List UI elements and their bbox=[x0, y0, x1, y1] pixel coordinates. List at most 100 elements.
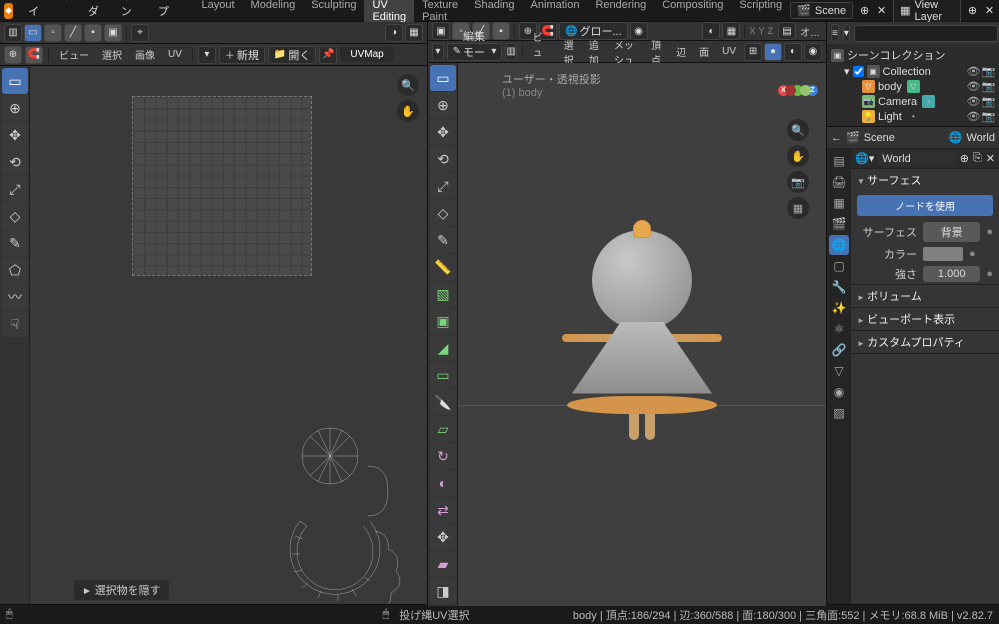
vtool-move-icon[interactable]: ✥ bbox=[430, 119, 456, 145]
collection-visibility-icon[interactable]: 👁 bbox=[967, 65, 980, 78]
surface-value[interactable]: 背景 bbox=[923, 222, 980, 242]
image-pin-icon[interactable]: 📌 bbox=[319, 46, 337, 64]
tool-select-box-icon[interactable]: ▭ bbox=[2, 68, 28, 94]
tree-item-body[interactable]: ▽ body ▽ 👁📷 bbox=[831, 79, 995, 94]
ptab-physics-icon[interactable]: ⚛ bbox=[829, 319, 849, 339]
vp-menu-mesh[interactable]: メッシュ bbox=[609, 37, 643, 67]
vtool-annotate-icon[interactable]: ✎ bbox=[430, 227, 456, 253]
collection-render-icon[interactable]: 📷 bbox=[982, 65, 995, 78]
props-breadcrumb-world[interactable]: World bbox=[966, 132, 995, 144]
tool-cursor-icon[interactable]: ⊕ bbox=[2, 95, 28, 121]
collection-enable-checkbox[interactable] bbox=[853, 66, 864, 77]
tool-pentagon-icon[interactable]: ⬠ bbox=[2, 257, 28, 283]
uv-overlay-toggle-icon[interactable]: ▦ bbox=[405, 24, 423, 42]
editor-type-3d-icon[interactable]: ▣ bbox=[432, 22, 450, 40]
light-visibility-icon[interactable]: 👁 bbox=[967, 110, 980, 123]
mode-selector[interactable]: ✎ 編集モード ▾ bbox=[447, 43, 503, 61]
uv-select-mode-face-icon[interactable]: ▪ bbox=[84, 24, 102, 42]
tool-annotate-icon[interactable]: ✎ bbox=[2, 230, 28, 256]
uv-select-mode-vertex-icon[interactable]: ▫ bbox=[44, 24, 62, 42]
blender-logo-icon[interactable]: ◆ bbox=[4, 3, 13, 19]
camera-data-icon[interactable]: ▫ bbox=[922, 95, 935, 108]
image-new-button[interactable]: ＋ 新規 bbox=[219, 46, 265, 64]
ptab-render-icon[interactable]: ▤ bbox=[829, 151, 849, 171]
vp-menu-select[interactable]: 選択 bbox=[559, 37, 581, 67]
shading-wireframe-icon[interactable]: ⊞ bbox=[744, 43, 762, 61]
nav-pan-icon[interactable]: ✋ bbox=[787, 145, 809, 167]
strength-node-dot-icon[interactable]: ● bbox=[986, 268, 993, 280]
body-render-icon[interactable]: 📷 bbox=[982, 80, 995, 93]
vtool-shrink-icon[interactable]: ✥ bbox=[430, 524, 456, 550]
vp-gizmo-toggle-icon[interactable]: ◐ bbox=[702, 22, 720, 40]
panel-volume-header[interactable]: ボリューム bbox=[851, 285, 999, 307]
world-unlink-icon[interactable]: ✕ bbox=[986, 152, 995, 165]
image-browse-icon[interactable]: ▾ bbox=[198, 46, 216, 64]
vtool-select-box-icon[interactable]: ▭ bbox=[430, 65, 456, 91]
tool-pinch-icon[interactable]: 〰 bbox=[2, 284, 28, 310]
shading-matprev-icon[interactable]: ◐ bbox=[784, 43, 802, 61]
viewport-canvas[interactable]: ユーザー・透視投影 (1) body X Z bbox=[458, 63, 826, 606]
uv-zoom-icon[interactable]: 🔍 bbox=[397, 74, 419, 96]
vtool-knife-icon[interactable]: 🔪 bbox=[430, 389, 456, 415]
ptab-object-icon[interactable]: ▢ bbox=[829, 256, 849, 276]
vtool-smooth-icon[interactable]: ◐ bbox=[430, 470, 456, 496]
camera-render-icon[interactable]: 📷 bbox=[982, 95, 995, 108]
camera-visibility-icon[interactable]: 👁 bbox=[967, 95, 980, 108]
ptab-viewlayer-icon[interactable]: ▦ bbox=[829, 193, 849, 213]
tool-scale-icon[interactable]: ⤢ bbox=[2, 176, 28, 202]
viewlayer-new-icon[interactable]: ⊕ bbox=[967, 4, 978, 18]
vtool-cursor-icon[interactable]: ⊕ bbox=[430, 92, 456, 118]
outliner-type-icon[interactable]: ≡ bbox=[831, 24, 839, 42]
outliner-search[interactable] bbox=[854, 25, 998, 42]
use-nodes-button[interactable]: ノードを使用 bbox=[857, 195, 993, 216]
vtool-rotate-icon[interactable]: ⟲ bbox=[430, 146, 456, 172]
vtool-loopcut-icon[interactable]: ▭ bbox=[430, 362, 456, 388]
uv-select-mode-sync-icon[interactable]: ▭ bbox=[24, 24, 42, 42]
vp-menu-uv[interactable]: UV bbox=[717, 46, 741, 57]
panel-surface-header[interactable]: サーフェス bbox=[851, 169, 999, 191]
light-data-icon[interactable]: • bbox=[907, 110, 920, 123]
vtool-measure-icon[interactable]: 📏 bbox=[430, 254, 456, 280]
nav-zoom-icon[interactable]: 🔍 bbox=[787, 119, 809, 141]
ptab-world-icon[interactable]: 🌐 bbox=[829, 235, 849, 255]
panel-custom-header[interactable]: カスタムプロパティ bbox=[851, 331, 999, 353]
ptab-output-icon[interactable]: 🖨 bbox=[829, 172, 849, 192]
ptab-mesh-icon[interactable]: ▽ bbox=[829, 361, 849, 381]
uv-menu-uv[interactable]: UV bbox=[163, 49, 187, 60]
vtool-inset-icon[interactable]: ▣ bbox=[430, 308, 456, 334]
tool-rotate-icon[interactable]: ⟲ bbox=[2, 149, 28, 175]
tree-item-light[interactable]: 💡 Light • 👁📷 bbox=[831, 109, 995, 124]
viewlayer-delete-icon[interactable]: ✕ bbox=[984, 4, 995, 18]
viewlayer-selector[interactable]: ▦ View Layer bbox=[893, 0, 961, 25]
tree-collection[interactable]: ▾ ▣ Collection 👁📷 bbox=[831, 64, 995, 79]
vp-use-icon[interactable]: ▾ bbox=[432, 43, 444, 61]
modifier-mirror-icon[interactable]: ▽ bbox=[907, 80, 920, 93]
uv-menu-view[interactable]: ビュー bbox=[54, 47, 94, 62]
vtool-scale-icon[interactable]: ⤢ bbox=[430, 173, 456, 199]
ptab-texture-icon[interactable]: ▨ bbox=[829, 403, 849, 423]
world-new-icon[interactable]: ⊕ bbox=[960, 152, 969, 165]
props-back-icon[interactable]: ← bbox=[831, 132, 842, 144]
vp-menu-vertex[interactable]: 頂点 bbox=[646, 37, 668, 67]
surface-node-dot-icon[interactable]: ● bbox=[986, 226, 993, 238]
ptab-modifier-icon[interactable]: 🔧 bbox=[829, 277, 849, 297]
scene-delete-icon[interactable]: ✕ bbox=[876, 4, 887, 18]
color-swatch[interactable] bbox=[923, 247, 963, 261]
ptab-constraints-icon[interactable]: 🔗 bbox=[829, 340, 849, 360]
vtool-polybuild-icon[interactable]: ▱ bbox=[430, 416, 456, 442]
tree-item-camera[interactable]: 📷 Camera ▫ 👁📷 bbox=[831, 94, 995, 109]
props-breadcrumb-scene[interactable]: Scene bbox=[864, 132, 895, 144]
strength-value[interactable]: 1.000 bbox=[923, 266, 980, 282]
vtool-bevel-icon[interactable]: ◢ bbox=[430, 335, 456, 361]
panel-viewport-header[interactable]: ビューポート表示 bbox=[851, 308, 999, 330]
vp-menu-edge[interactable]: 辺 bbox=[671, 44, 691, 59]
shading-solid-icon[interactable]: ● bbox=[764, 43, 782, 61]
vp-xray-icon[interactable]: ▤ bbox=[778, 22, 796, 40]
world-browse-icon[interactable]: 🌐▾ bbox=[855, 152, 874, 165]
vtool-rip-icon[interactable]: ◨ bbox=[430, 578, 456, 604]
tool-transform-icon[interactable]: ◇ bbox=[2, 203, 28, 229]
vp-options[interactable]: オ… bbox=[798, 24, 822, 39]
vtool-extrude-icon[interactable]: ▧ bbox=[430, 281, 456, 307]
uv-pivot-icon[interactable]: ⊕ bbox=[4, 46, 22, 64]
shading-rendered-icon[interactable]: ◉ bbox=[804, 43, 822, 61]
